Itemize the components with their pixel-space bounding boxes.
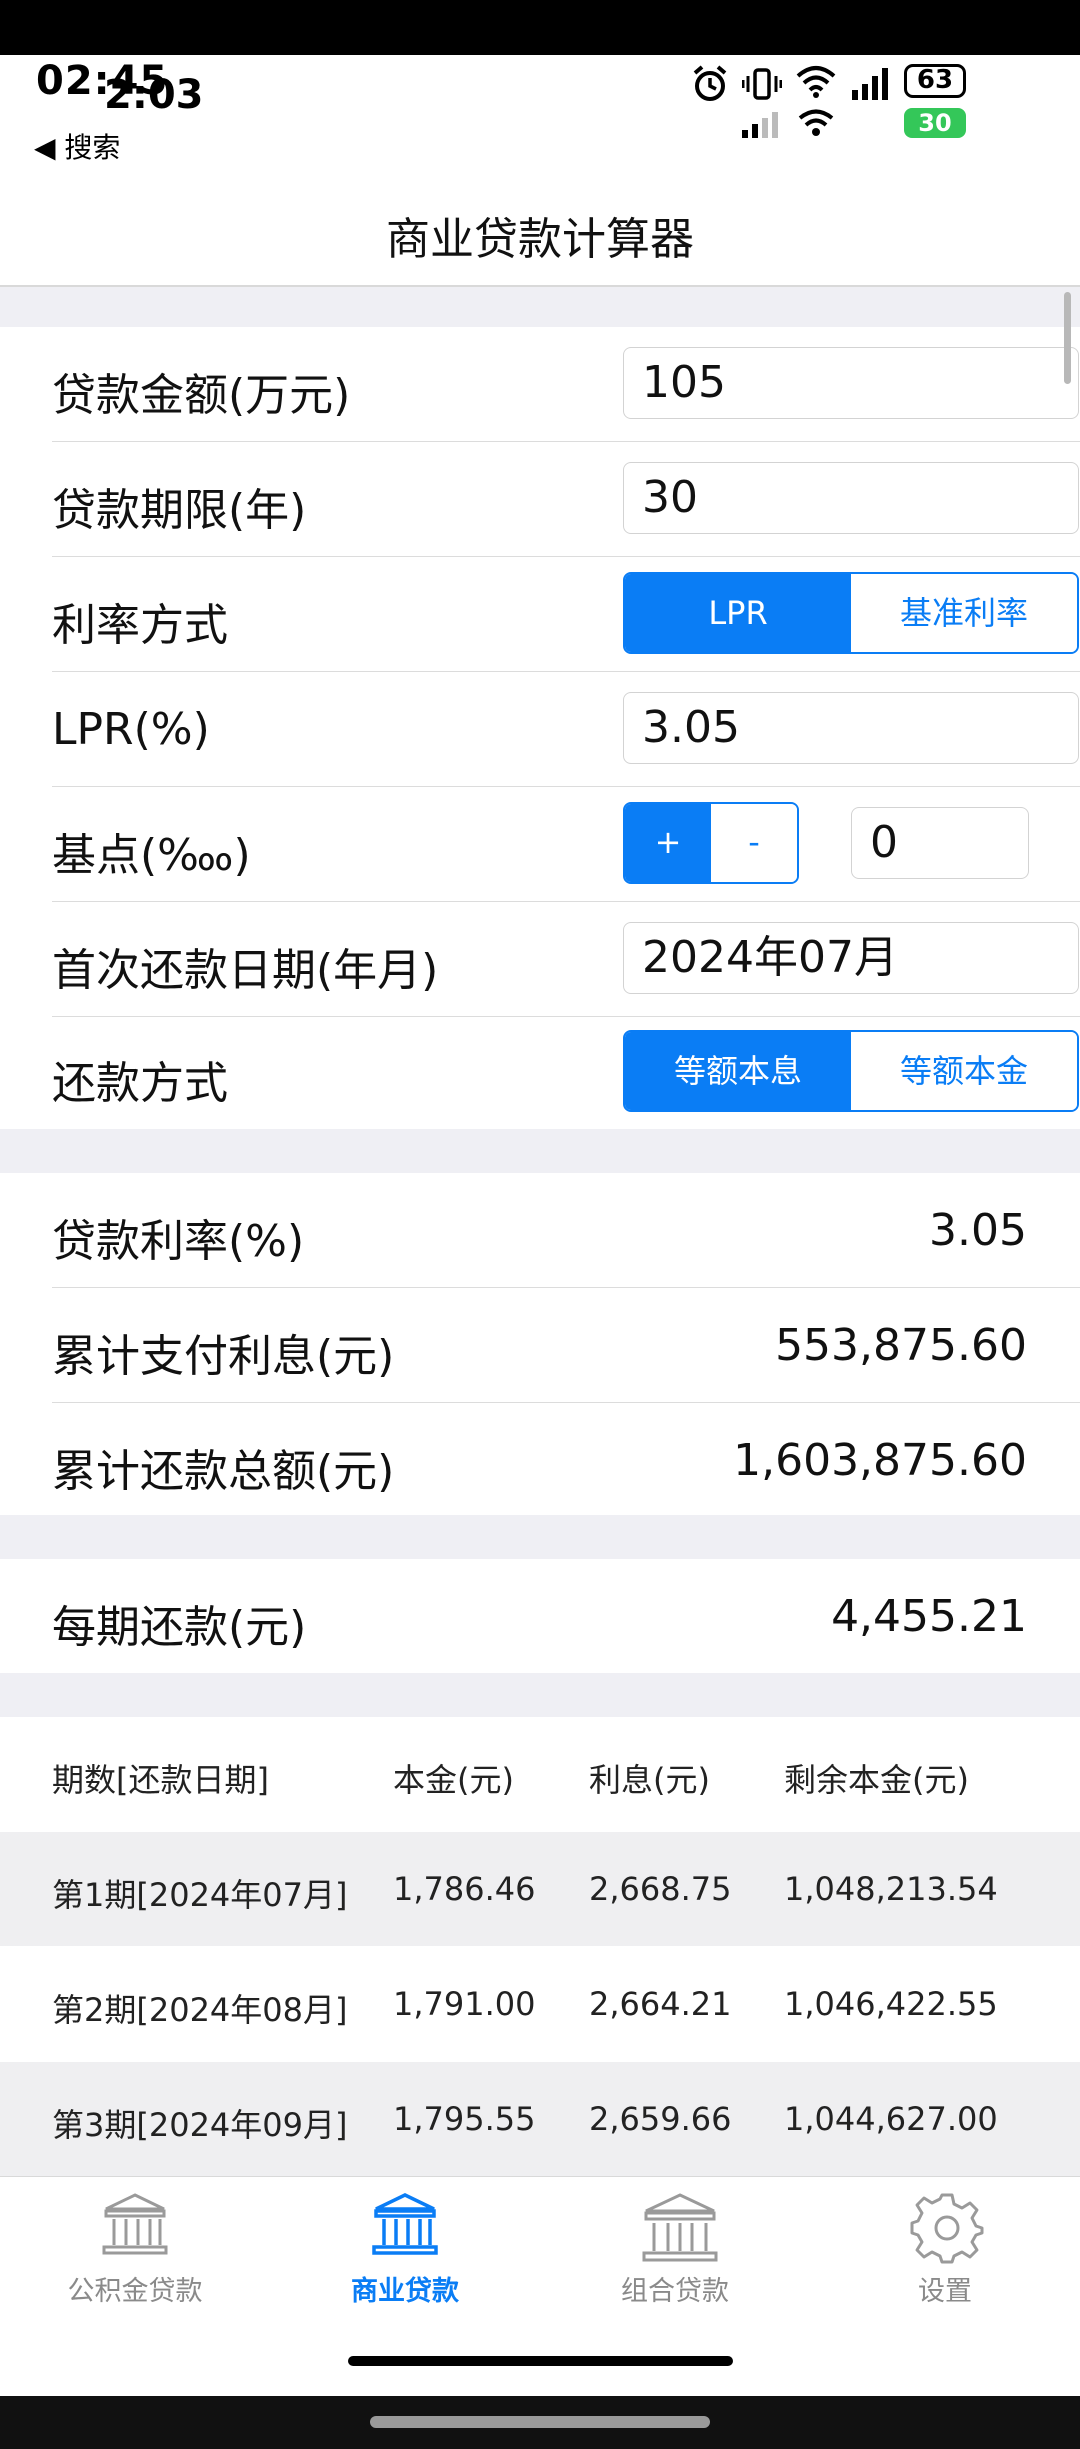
section-spacer xyxy=(0,287,1080,327)
section-spacer xyxy=(0,1673,1080,1717)
rate-method-benchmark[interactable]: 基准利率 xyxy=(851,574,1077,652)
rate-method-segmented: LPR 基准利率 xyxy=(623,572,1079,654)
loan-rate-row: 贷款利率(%) 3.05 xyxy=(52,1173,1080,1288)
nav-bar: 商业贷款计算器 xyxy=(0,175,1080,287)
top-black-bar xyxy=(0,0,1080,55)
tab-commercial-loan-label: 商业贷款 xyxy=(351,2276,459,2307)
monthly-payment-value: 4,455.21 xyxy=(831,1591,1027,1642)
section-spacer xyxy=(0,1129,1080,1173)
first-payment-date-input[interactable]: 2024年07月 xyxy=(623,922,1079,994)
table-cell-interest: 2,664.21 xyxy=(589,1985,732,2023)
total-interest-label: 累计支付利息(元) xyxy=(52,1331,395,1382)
status-time-secondary: 2:03 xyxy=(104,72,204,118)
loan-term-row: 贷款期限(年) 30 xyxy=(52,442,1080,557)
repayment-method-row: 还款方式 等额本息 等额本金 xyxy=(52,1017,1080,1129)
gesture-bar[interactable] xyxy=(370,2416,710,2428)
loan-amount-input[interactable]: 105 xyxy=(623,347,1079,419)
loan-amount-row: 贷款金额(万元) 105 xyxy=(52,327,1080,442)
page-title: 商业贷款计算器 xyxy=(386,214,694,265)
lpr-input[interactable]: 3.05 xyxy=(623,692,1079,764)
table-cell-period: 第1期[2024年07月] xyxy=(52,1876,348,1914)
table-cell-remaining: 1,046,422.55 xyxy=(784,1985,998,2023)
wifi-icon xyxy=(796,66,836,98)
basis-points-minus-button[interactable]: - xyxy=(711,804,797,882)
tab-combined-loan[interactable]: 组合贷款 xyxy=(540,2177,810,2337)
scrollbar[interactable] xyxy=(1064,292,1071,384)
loan-term-input[interactable]: 30 xyxy=(623,462,1079,534)
signal-icon xyxy=(852,68,888,100)
table-cell-remaining: 1,048,213.54 xyxy=(784,1870,998,1908)
basis-points-plus-button[interactable]: + xyxy=(625,804,711,882)
table-cell-principal: 1,791.00 xyxy=(393,1985,536,2023)
signal-icon-secondary xyxy=(742,112,778,138)
monthly-payment-row: 每期还款(元) 4,455.21 xyxy=(52,1559,1080,1673)
table-header-interest: 利息(元) xyxy=(589,1761,710,1799)
lpr-row: LPR(%) 3.05 xyxy=(52,672,1080,787)
loan-amount-label: 贷款金额(万元) xyxy=(52,370,351,421)
alarm-icon xyxy=(693,65,727,101)
lpr-label: LPR(%) xyxy=(52,704,210,755)
loan-rate-label: 贷款利率(%) xyxy=(52,1216,305,1267)
table-cell-interest: 2,659.66 xyxy=(589,2100,732,2138)
vibrate-icon xyxy=(742,68,782,100)
input-section: 贷款金额(万元) 105 贷款期限(年) 30 利率方式 LPR 基准利率 LP… xyxy=(0,327,1080,1129)
table-row[interactable]: 第1期[2024年07月] 1,786.46 2,668.75 1,048,21… xyxy=(0,1832,1080,1946)
gear-icon xyxy=(910,2193,984,2264)
bank-icon xyxy=(642,2193,718,2262)
table-header-row: 期数[还款日期] 本金(元) 利息(元) 剩余本金(元) xyxy=(0,1717,1080,1831)
home-indicator[interactable] xyxy=(348,2356,733,2366)
total-repayment-row: 累计还款总额(元) 1,603,875.60 xyxy=(52,1403,1080,1515)
basis-points-stepper: + - xyxy=(623,802,799,884)
rate-method-row: 利率方式 LPR 基准利率 xyxy=(52,557,1080,672)
loan-rate-value: 3.05 xyxy=(929,1205,1027,1256)
tab-provident-fund-loan-label: 公积金贷款 xyxy=(67,2276,203,2307)
loan-term-label: 贷款期限(年) xyxy=(52,485,307,536)
back-to-search-link[interactable]: ◀ 搜索 xyxy=(34,126,120,166)
bank-icon xyxy=(102,2193,168,2255)
section-spacer xyxy=(0,1515,1080,1559)
battery-icon: 63 xyxy=(904,64,966,98)
basis-points-row: 基点(‱) + - 0 xyxy=(52,787,1080,902)
rate-method-lpr[interactable]: LPR xyxy=(625,574,851,652)
total-interest-value: 553,875.60 xyxy=(775,1320,1027,1371)
first-payment-date-label: 首次还款日期(年月) xyxy=(52,945,439,996)
monthly-payment-label: 每期还款(元) xyxy=(52,1602,307,1653)
basis-points-label: 基点(‱) xyxy=(52,830,251,881)
table-cell-remaining: 1,044,627.00 xyxy=(784,2100,998,2138)
basis-points-input[interactable]: 0 xyxy=(851,807,1029,879)
schedule-table: 期数[还款日期] 本金(元) 利息(元) 剩余本金(元) 第1期[2024年07… xyxy=(0,1717,1080,2176)
total-repayment-value: 1,603,875.60 xyxy=(733,1435,1027,1486)
repayment-method-equal-installment[interactable]: 等额本息 xyxy=(625,1032,851,1110)
tab-provident-fund-loan[interactable]: 公积金贷款 xyxy=(0,2177,270,2337)
tab-combined-loan-label: 组合贷款 xyxy=(621,2276,729,2307)
table-header-period: 期数[还款日期] xyxy=(52,1761,269,1799)
table-cell-principal: 1,795.55 xyxy=(393,2100,536,2138)
table-cell-period: 第2期[2024年08月] xyxy=(52,1991,348,2029)
table-row[interactable]: 第2期[2024年08月] 1,791.00 2,664.21 1,046,42… xyxy=(0,1947,1080,2061)
repayment-method-equal-principal[interactable]: 等额本金 xyxy=(851,1032,1077,1110)
table-cell-principal: 1,786.46 xyxy=(393,1870,536,1908)
table-cell-interest: 2,668.75 xyxy=(589,1870,732,1908)
status-icons: 63 30 xyxy=(690,58,1050,138)
tab-commercial-loan[interactable]: 商业贷款 xyxy=(270,2177,540,2337)
tab-settings[interactable]: 设置 xyxy=(810,2177,1080,2337)
bank-icon xyxy=(372,2193,438,2255)
repayment-method-segmented: 等额本息 等额本金 xyxy=(623,1030,1079,1112)
total-repayment-label: 累计还款总额(元) xyxy=(52,1446,395,1497)
tab-settings-label: 设置 xyxy=(918,2276,972,2307)
table-header-principal: 本金(元) xyxy=(393,1761,514,1799)
repayment-method-label: 还款方式 xyxy=(52,1058,228,1109)
results-section: 贷款利率(%) 3.05 累计支付利息(元) 553,875.60 累计还款总额… xyxy=(0,1173,1080,1515)
rate-method-label: 利率方式 xyxy=(52,600,228,651)
first-payment-date-row: 首次还款日期(年月) 2024年07月 xyxy=(52,902,1080,1017)
monthly-payment-section: 每期还款(元) 4,455.21 xyxy=(0,1559,1080,1673)
total-interest-row: 累计支付利息(元) 553,875.60 xyxy=(52,1288,1080,1403)
table-cell-period: 第3期[2024年09月] xyxy=(52,2106,348,2144)
table-row[interactable]: 第3期[2024年09月] 1,795.55 2,659.66 1,044,62… xyxy=(0,2062,1080,2176)
wifi-icon-secondary xyxy=(798,109,834,136)
battery-charging-icon: 30 xyxy=(904,108,966,138)
table-header-remaining: 剩余本金(元) xyxy=(784,1761,969,1799)
